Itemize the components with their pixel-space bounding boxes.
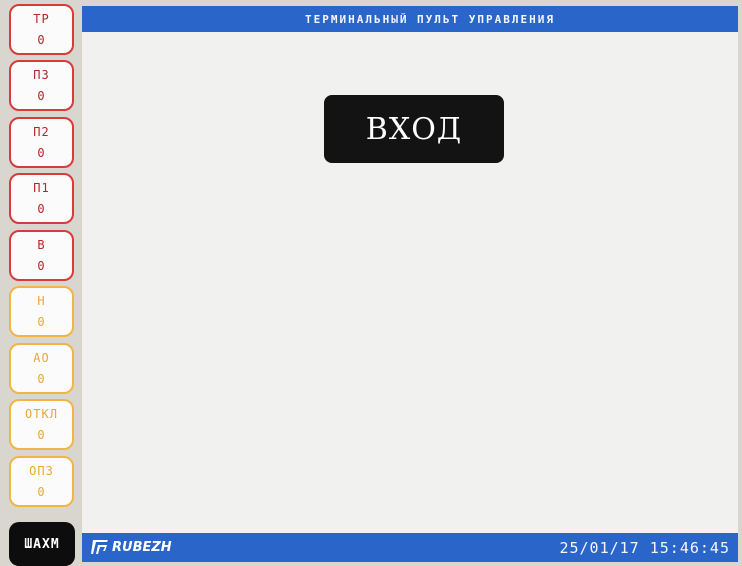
counter-label: В — [37, 238, 46, 253]
counter-value: 0 — [37, 88, 46, 103]
counter-otkl[interactable]: ОТКЛ 0 — [9, 399, 74, 450]
counter-p1[interactable]: П1 0 — [9, 173, 74, 224]
counter-label: П3 — [33, 68, 50, 83]
counter-value: 0 — [37, 201, 46, 216]
counter-n[interactable]: Н 0 — [9, 286, 74, 337]
status-bar: RUBEZH 25/01/17 15:46:45 — [82, 533, 738, 562]
counter-ao[interactable]: АО 0 — [9, 343, 74, 394]
counter-p3[interactable]: П3 0 — [9, 60, 74, 111]
brand-logo: RUBEZH — [90, 538, 172, 556]
counter-p2[interactable]: П2 0 — [9, 117, 74, 168]
sidebar: ТР 0 П3 0 П2 0 П1 0 В 0 Н 0 АО 0 ОТКЛ 0 … — [6, 4, 78, 566]
counter-label: ОТКЛ — [25, 407, 58, 422]
counter-value: 0 — [37, 371, 46, 386]
counter-value: 0 — [37, 314, 46, 329]
counter-value: 0 — [37, 427, 46, 442]
rubezh-logo-icon — [91, 540, 108, 554]
shahm-button[interactable]: ШАХМ — [9, 522, 75, 566]
login-button[interactable]: ВХОД — [324, 95, 504, 163]
counter-opz[interactable]: ОПЗ 0 — [9, 456, 74, 507]
counter-label: П1 — [33, 181, 50, 196]
counter-label: АО — [33, 351, 50, 366]
datetime-display: 25/01/17 15:46:45 — [559, 539, 730, 557]
brand-name: RUBEZH — [112, 539, 172, 555]
counter-label: Н — [37, 294, 46, 309]
counter-value: 0 — [37, 484, 46, 499]
counter-label: П2 — [33, 125, 50, 140]
counter-label: ОПЗ — [29, 464, 54, 479]
page-title: ТЕРМИНАЛЬНЫЙ ПУЛЬТ УПРАВЛЕНИЯ — [304, 12, 556, 26]
counter-v[interactable]: В 0 — [9, 230, 74, 281]
counter-value: 0 — [37, 145, 46, 160]
counter-value: 0 — [37, 258, 46, 273]
main-panel: ТЕРМИНАЛЬНЫЙ ПУЛЬТ УПРАВЛЕНИЯ ВХОД RUBEZ… — [82, 6, 738, 562]
counter-tr[interactable]: ТР 0 — [9, 4, 74, 55]
counter-label: ТР — [33, 12, 50, 27]
counter-value: 0 — [37, 32, 46, 47]
title-bar: ТЕРМИНАЛЬНЫЙ ПУЛЬТ УПРАВЛЕНИЯ — [82, 6, 738, 32]
